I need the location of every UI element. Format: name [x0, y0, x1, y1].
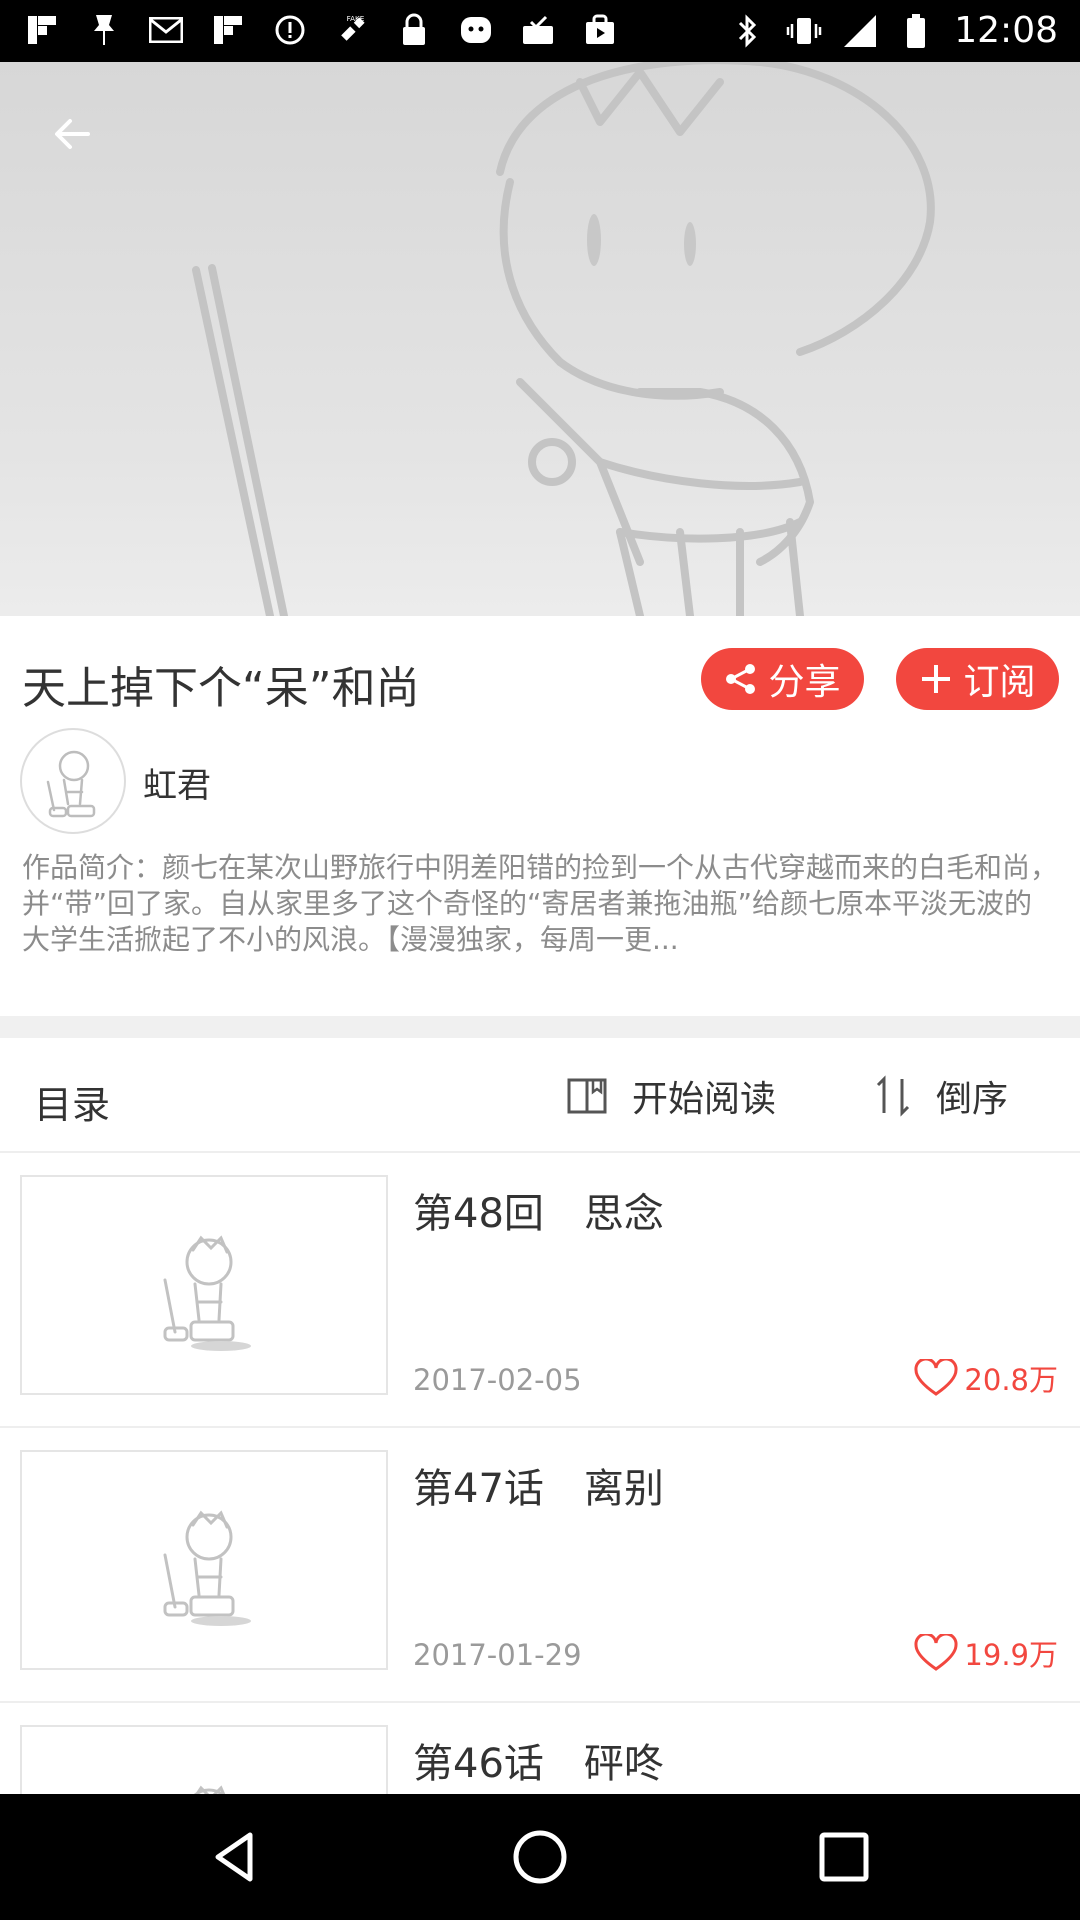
- fake-gps-icon: FAKE: [334, 12, 370, 48]
- back-button[interactable]: [40, 102, 104, 166]
- author-name[interactable]: 虹君: [143, 758, 211, 807]
- chapter-title: 第48回 思念: [413, 1191, 664, 1237]
- chapter-likes[interactable]: 19.9万: [914, 1632, 1058, 1674]
- avatar-illustration: [46, 750, 96, 818]
- share-label: 分享: [768, 662, 841, 703]
- flipboard-icon-2: [210, 12, 246, 48]
- flipboard-icon: [24, 12, 60, 48]
- likes-count: 19.9万: [964, 1638, 1058, 1672]
- sort-icon: [876, 1075, 910, 1117]
- chapter-thumbnail: [20, 1725, 388, 1794]
- nav-back-button[interactable]: [196, 1817, 276, 1897]
- vibrate-icon: [786, 13, 822, 49]
- chapter-date: 2017-02-05: [413, 1363, 582, 1397]
- inbox-check-icon: [520, 12, 556, 48]
- system-nav-bar: [0, 1794, 1080, 1920]
- placeholder-illustration: [163, 1510, 251, 1626]
- book-icon: [567, 1078, 607, 1114]
- reverse-order-button[interactable]: 倒序: [874, 1070, 1008, 1122]
- start-reading-button[interactable]: 开始阅读: [566, 1070, 776, 1122]
- reverse-order-label: 倒序: [936, 1079, 1009, 1120]
- synopsis[interactable]: 作品简介：颜七在某次山野旅行中阴差阳错的捡到一个从古代穿越而来的白毛和尚，并“带…: [22, 850, 1058, 958]
- comic-cover-banner: [0, 62, 1080, 616]
- cell-signal-icon: [842, 13, 878, 49]
- toc-label: 目录: [34, 1083, 111, 1127]
- heart-icon: [914, 1359, 958, 1396]
- alert-circle-icon: [272, 12, 308, 48]
- pin-icon: [86, 12, 122, 48]
- start-reading-label: 开始阅读: [632, 1079, 777, 1120]
- placeholder-illustration: [163, 1235, 251, 1351]
- app-face-icon: [458, 12, 494, 48]
- heart-icon: [914, 1634, 958, 1671]
- play-bag-icon: [582, 12, 618, 48]
- square-recents-icon: [819, 1832, 869, 1882]
- fake-label: FAKE: [347, 14, 365, 23]
- placeholder-illustration: [193, 1785, 226, 1794]
- status-bar: FAKE 12:08: [0, 0, 1080, 62]
- mail-icon: [148, 12, 184, 48]
- chapter-item[interactable]: 第46话 砰咚: [0, 1703, 1080, 1794]
- author-avatar[interactable]: [20, 728, 126, 834]
- plus-icon: [922, 665, 951, 693]
- cover-illustration: [192, 62, 935, 616]
- chapter-title: 第47话 离别: [413, 1466, 664, 1512]
- clock: 12:08: [954, 10, 1058, 51]
- chapter-date: 2017-01-29: [413, 1638, 582, 1672]
- chapter-toolbar: 目录 开始阅读 倒序: [0, 1038, 1080, 1153]
- chapter-title: 第46话 砰咚: [413, 1741, 664, 1787]
- subscribe-button[interactable]: 订阅: [896, 648, 1059, 710]
- chapter-likes[interactable]: 20.8万: [914, 1357, 1058, 1399]
- arrow-left-icon: [55, 119, 90, 149]
- subscribe-label: 订阅: [963, 662, 1036, 703]
- triangle-back-icon: [215, 1832, 253, 1882]
- nav-home-button[interactable]: [500, 1817, 580, 1897]
- system-icons: 12:08: [730, 10, 1058, 51]
- chapter-item[interactable]: 第47话 离别 2017-01-29 19.9万: [0, 1428, 1080, 1703]
- lock-icon: [396, 12, 432, 48]
- chapter-item[interactable]: 第48回 思念 2017-02-05 20.8万: [0, 1153, 1080, 1428]
- battery-icon: [898, 13, 934, 49]
- chapter-thumbnail: [20, 1175, 388, 1395]
- likes-count: 20.8万: [964, 1363, 1058, 1397]
- comic-title: 天上掉下个“呆”和尚: [22, 663, 420, 714]
- section-divider: [0, 1016, 1080, 1038]
- share-button[interactable]: 分享: [701, 648, 864, 710]
- nav-recents-button[interactable]: [804, 1817, 884, 1897]
- circle-home-icon: [513, 1830, 567, 1884]
- notification-icons: FAKE: [24, 12, 618, 48]
- share-icon: [726, 664, 756, 694]
- chapter-thumbnail: [20, 1450, 388, 1670]
- bluetooth-icon: [730, 13, 766, 49]
